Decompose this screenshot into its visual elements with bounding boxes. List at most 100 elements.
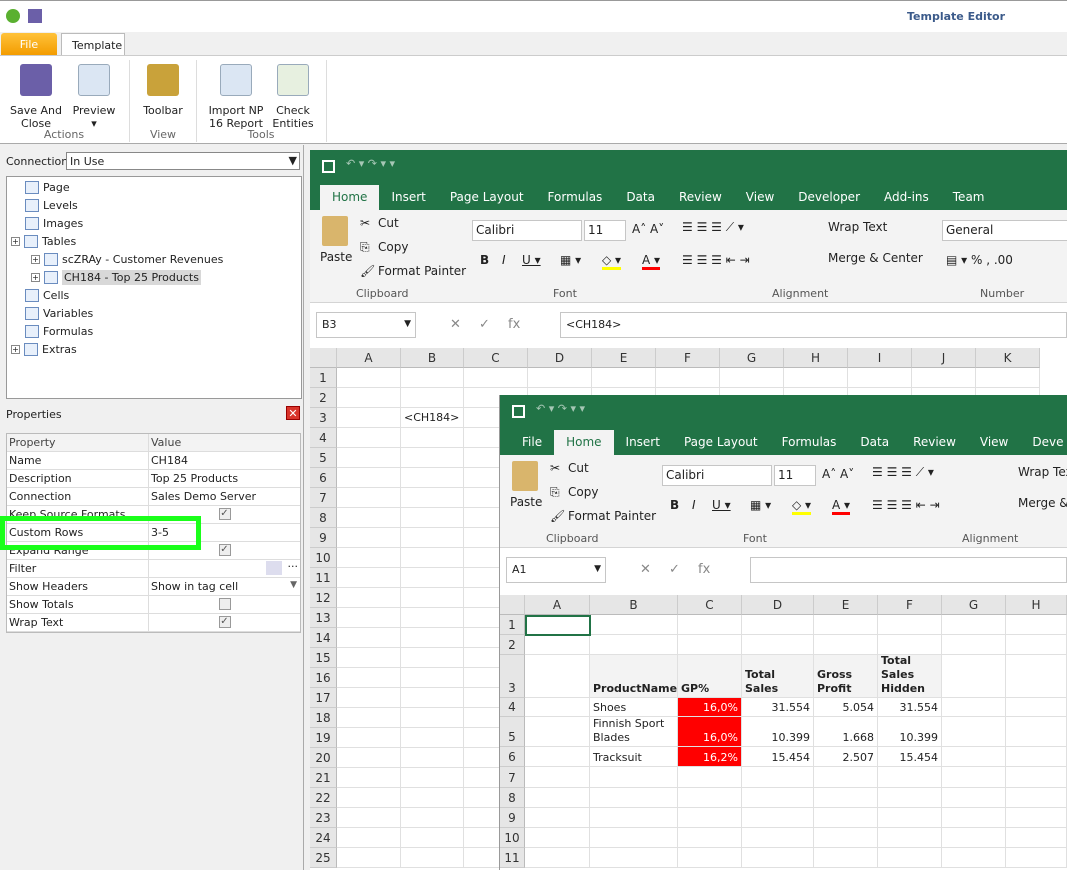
cell[interactable] bbox=[942, 828, 1006, 848]
font-grow-icon[interactable]: A˄ A˅ bbox=[822, 467, 854, 481]
cell[interactable] bbox=[401, 388, 464, 408]
property-row[interactable]: Name CH184 bbox=[7, 452, 300, 470]
property-value[interactable]: Show in tag cell ▼ bbox=[149, 578, 300, 595]
expand-icon[interactable]: + bbox=[11, 344, 20, 354]
column-header[interactable]: C bbox=[464, 348, 528, 368]
cell[interactable] bbox=[814, 808, 878, 828]
cell[interactable] bbox=[742, 828, 814, 848]
row-header[interactable]: 10 bbox=[310, 548, 337, 568]
connection-select[interactable]: In Use ▼ bbox=[66, 152, 300, 170]
cell[interactable] bbox=[878, 828, 942, 848]
active-cell[interactable] bbox=[525, 615, 591, 636]
row-header[interactable]: 10 bbox=[500, 828, 525, 848]
row-header[interactable]: 1 bbox=[500, 615, 525, 635]
row-header[interactable]: 6 bbox=[500, 747, 525, 767]
cell[interactable] bbox=[464, 368, 528, 388]
cell[interactable] bbox=[720, 368, 784, 388]
row-header[interactable]: 23 bbox=[310, 808, 337, 828]
table-data-cell[interactable]: 2.507 bbox=[814, 747, 878, 767]
column-header[interactable]: E bbox=[592, 348, 656, 368]
cell[interactable] bbox=[1006, 808, 1067, 828]
cell[interactable] bbox=[337, 568, 401, 588]
cell[interactable] bbox=[337, 548, 401, 568]
tree-item[interactable]: + CH184 - Top 25 Products bbox=[31, 268, 201, 286]
checkbox[interactable]: ✓ bbox=[218, 508, 231, 520]
cell[interactable] bbox=[401, 688, 464, 708]
cell[interactable] bbox=[525, 808, 590, 828]
save-icon[interactable] bbox=[322, 160, 335, 173]
table-data-cell[interactable]: 16,0% bbox=[678, 698, 742, 717]
cell[interactable] bbox=[401, 508, 464, 528]
property-value[interactable]: ··· bbox=[149, 560, 300, 577]
borders-icon[interactable]: ▦ ▾ bbox=[750, 498, 771, 512]
table-data-cell[interactable]: Finnish Sport Blades bbox=[590, 717, 678, 747]
property-value[interactable]: ✓ bbox=[149, 614, 300, 631]
row-header[interactable]: 5 bbox=[500, 717, 525, 747]
cell[interactable] bbox=[878, 848, 942, 868]
cell[interactable] bbox=[337, 448, 401, 468]
property-value[interactable]: Sales Demo Server bbox=[149, 488, 300, 505]
cell[interactable] bbox=[814, 615, 878, 635]
cell[interactable] bbox=[337, 688, 401, 708]
cell[interactable] bbox=[742, 635, 814, 655]
cell[interactable] bbox=[814, 848, 878, 868]
cell[interactable] bbox=[337, 648, 401, 668]
close-icon[interactable]: ✕ bbox=[286, 406, 300, 420]
font-color-icon[interactable]: A ▾ bbox=[642, 253, 661, 270]
table-data-cell[interactable]: 10.399 bbox=[878, 717, 942, 747]
tree-item[interactable]: + Tables bbox=[11, 232, 76, 250]
check-entities-button[interactable]: Check Entities bbox=[270, 64, 316, 130]
align-icons[interactable]: ☰ ☰ ☰ ⟋ ▾ bbox=[872, 465, 934, 480]
cell[interactable] bbox=[942, 655, 1006, 698]
cell[interactable] bbox=[814, 767, 878, 788]
cell[interactable] bbox=[401, 768, 464, 788]
merge-center-button[interactable]: Merge & Center bbox=[828, 251, 923, 265]
cell[interactable] bbox=[742, 808, 814, 828]
undo-icon[interactable]: ↶ ▾ ↷ ▾ ▾ bbox=[346, 157, 395, 170]
name-box[interactable]: A1 ▼ bbox=[506, 557, 606, 583]
tab-template[interactable]: Template bbox=[61, 33, 125, 55]
cell[interactable] bbox=[401, 648, 464, 668]
cell[interactable] bbox=[401, 628, 464, 648]
font-name-select[interactable]: Calibri bbox=[662, 465, 772, 486]
cell[interactable] bbox=[401, 668, 464, 688]
cell[interactable] bbox=[337, 388, 401, 408]
row-header[interactable]: 8 bbox=[500, 788, 525, 808]
cell[interactable] bbox=[784, 368, 848, 388]
row-header[interactable]: 25 bbox=[310, 848, 337, 868]
font-color-icon[interactable]: A ▾ bbox=[832, 498, 851, 515]
column-header[interactable]: H bbox=[784, 348, 848, 368]
tab-home[interactable]: Home bbox=[554, 430, 614, 455]
fill-color-icon[interactable]: ◇ ▾ bbox=[792, 498, 812, 515]
bold-button[interactable]: B bbox=[670, 498, 679, 512]
format-painter-button[interactable]: Format Painter bbox=[568, 509, 656, 523]
cell[interactable] bbox=[976, 368, 1040, 388]
cell[interactable] bbox=[1006, 788, 1067, 808]
cell[interactable] bbox=[401, 808, 464, 828]
tree-item[interactable]: + Extras bbox=[11, 340, 77, 358]
table-header-cell[interactable]: Total Sales Hidden bbox=[878, 655, 942, 698]
cell[interactable] bbox=[678, 767, 742, 788]
tree-item[interactable]: Images bbox=[25, 214, 83, 232]
cell[interactable] bbox=[942, 788, 1006, 808]
cell[interactable] bbox=[525, 747, 590, 767]
font-grow-icon[interactable]: A˄ A˅ bbox=[632, 222, 664, 236]
wrap-text-button[interactable]: Wrap Text bbox=[828, 220, 887, 234]
table-data-cell[interactable]: Tracksuit bbox=[590, 747, 678, 767]
cell[interactable] bbox=[678, 788, 742, 808]
column-header[interactable]: G bbox=[942, 595, 1006, 615]
cell[interactable] bbox=[814, 635, 878, 655]
table-data-cell[interactable]: Conserve Shoes bbox=[590, 698, 678, 717]
cell[interactable] bbox=[337, 808, 401, 828]
cell[interactable] bbox=[401, 488, 464, 508]
row-header[interactable]: 1 bbox=[310, 368, 337, 388]
property-value[interactable]: Top 25 Products bbox=[149, 470, 300, 487]
cell[interactable] bbox=[525, 655, 590, 698]
row-header[interactable]: 11 bbox=[310, 568, 337, 588]
table-data-cell[interactable]: 10.399 bbox=[742, 717, 814, 747]
import-np16-button[interactable]: Import NP 16 Report bbox=[206, 64, 266, 130]
cell[interactable] bbox=[942, 635, 1006, 655]
row-header[interactable]: 12 bbox=[310, 588, 337, 608]
row-header[interactable]: 13 bbox=[310, 608, 337, 628]
table-data-cell[interactable]: 31.554 bbox=[742, 698, 814, 717]
